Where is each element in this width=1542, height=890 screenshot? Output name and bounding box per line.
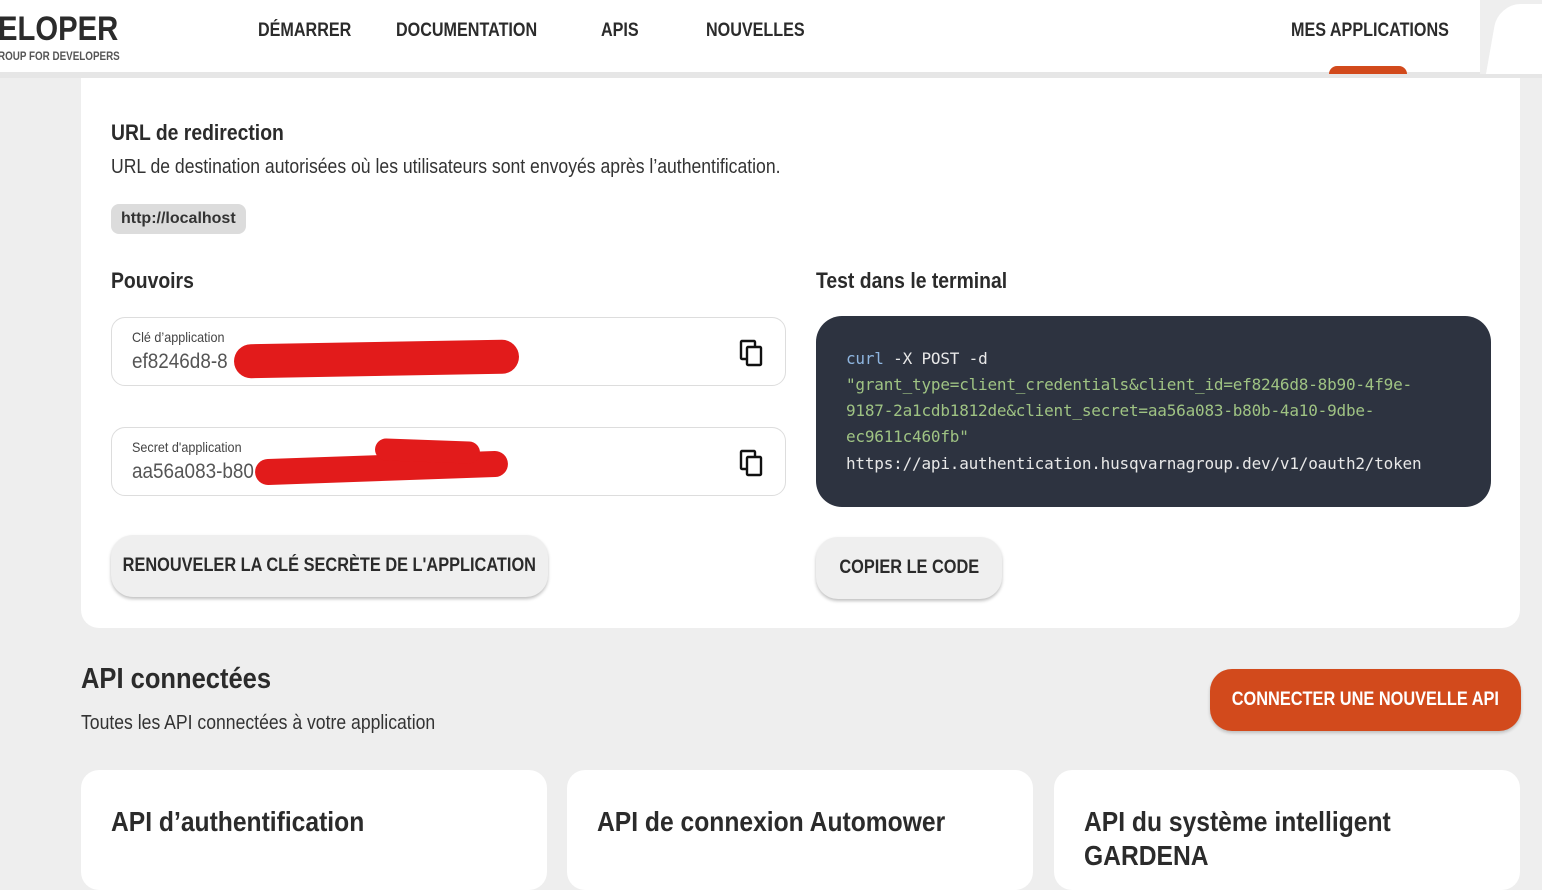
terminal-line: ec9611c460fb": [846, 427, 969, 446]
redirect-url-chip: http://localhost: [111, 204, 246, 234]
api-card-authentication[interactable]: API d’authentification: [81, 770, 547, 890]
nav-item-nouvelles[interactable]: NOUVELLES: [706, 20, 805, 42]
redirect-url-description: URL de destination autorisées où les uti…: [111, 156, 781, 178]
redirect-url-heading: URL de redirection: [111, 120, 284, 145]
app-secret-label: Secret d'application: [132, 439, 242, 455]
connect-new-api-button[interactable]: CONNECTER UNE NOUVELLE API: [1210, 669, 1521, 731]
site-logo-tagline: ROUP FOR DEVELOPERS: [0, 49, 120, 63]
copy-code-button-label: COPIER LE CODE: [839, 557, 979, 578]
site-logo[interactable]: ELOPER: [0, 10, 118, 49]
renew-secret-button[interactable]: RENOUVELER LA CLÉ SECRÈTE DE L'APPLICATI…: [111, 535, 548, 597]
app-key-label: Clé d’application: [132, 329, 225, 345]
app-secret-value: aa56a083-b80: [132, 460, 254, 483]
terminal-command: curl: [846, 349, 884, 368]
renew-secret-button-label: RENOUVELER LA CLÉ SECRÈTE DE L'APPLICATI…: [122, 555, 537, 576]
connected-apis-heading: API connectées: [81, 663, 272, 695]
api-card-title: API de connexion Automower: [597, 806, 946, 837]
copy-code-button[interactable]: COPIER LE CODE: [816, 537, 1002, 599]
redaction-mark: [374, 438, 481, 464]
terminal-code-block: curl -X POST -d "grant_type=client_crede…: [816, 316, 1491, 507]
api-card-gardena[interactable]: API du système intelligent GARDENA: [1054, 770, 1520, 890]
app-key-value: ef8246d8-8: [132, 350, 228, 373]
credentials-heading: Pouvoirs: [111, 268, 194, 293]
api-card-title: API d’authentification: [111, 806, 365, 837]
terminal-test-heading: Test dans le terminal: [816, 268, 1008, 293]
redaction-mark: [233, 339, 520, 379]
terminal-line: 9187-2a1cdb1812de&client_secret=aa56a083…: [846, 401, 1375, 420]
active-nav-indicator: [1329, 66, 1407, 74]
nav-item-documentation[interactable]: DOCUMENTATION: [396, 20, 537, 42]
connected-apis-description: Toutes les API connectées à votre applic…: [81, 712, 436, 734]
api-card-automower[interactable]: API de connexion Automower: [567, 770, 1033, 890]
nav-item-demarrer[interactable]: DÉMARRER: [258, 20, 351, 42]
api-card-title: API du système intelligent GARDENA: [1084, 806, 1391, 871]
copy-icon[interactable]: [739, 449, 765, 477]
copy-icon[interactable]: [739, 339, 765, 367]
terminal-line: "grant_type=client_credentials&client_id…: [846, 375, 1412, 394]
nav-item-my-applications[interactable]: MES APPLICATIONS: [1291, 20, 1449, 42]
nav-item-apis[interactable]: APIS: [601, 20, 639, 42]
terminal-line: https://api.authentication.husqvarnagrou…: [846, 454, 1422, 473]
terminal-args: -X POST -d: [883, 349, 988, 368]
connect-new-api-button-label: CONNECTER UNE NOUVELLE API: [1231, 689, 1500, 710]
terminal-line: curl -X POST -d: [846, 349, 988, 368]
